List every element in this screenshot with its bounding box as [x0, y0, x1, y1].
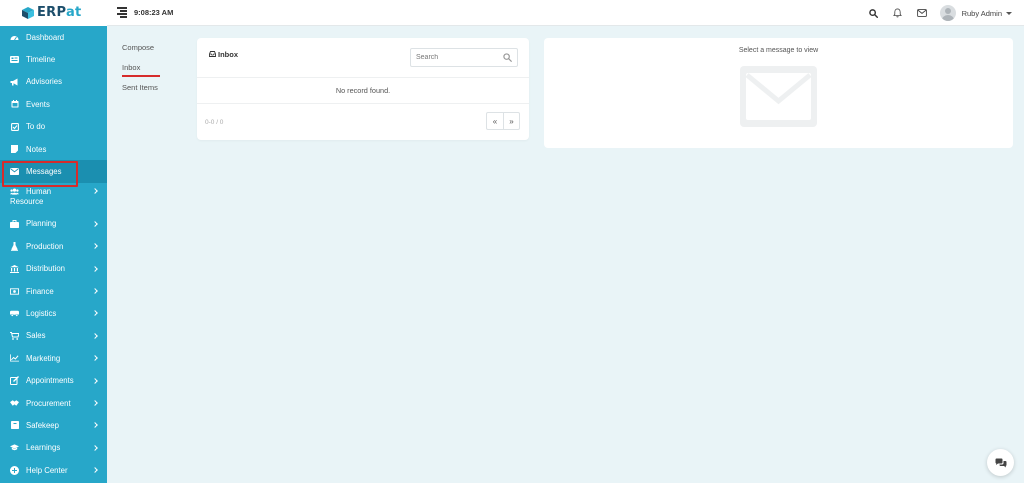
chevron-right-icon — [92, 422, 98, 429]
sidebar-item-finance[interactable]: Finance — [0, 280, 107, 302]
top-bar: ERPat 9:08:23 AM Ruby Admin — [0, 0, 1024, 26]
next-page-button[interactable]: » — [503, 113, 519, 129]
folder-sent-items[interactable]: Sent Items — [122, 83, 182, 103]
sidebar-item-planning[interactable]: Planning — [0, 213, 107, 235]
users-icon — [10, 187, 19, 196]
sidebar-item-logistics[interactable]: Logistics — [0, 302, 107, 324]
calendar-icon — [10, 100, 19, 109]
chart-icon — [10, 354, 19, 363]
chevron-right-icon — [92, 333, 98, 339]
inbox-footer: 0-0 / 0 « » — [197, 104, 529, 140]
edit-icon — [10, 376, 19, 386]
chevron-right-icon — [92, 265, 98, 272]
money-icon — [10, 287, 19, 296]
menu-toggle-icon[interactable] — [117, 7, 127, 18]
search-icon[interactable] — [862, 0, 886, 26]
inbox-panel: Inbox No record found. 0-0 / 0 « » — [197, 38, 529, 140]
chevron-right-icon — [92, 377, 98, 384]
plus-circle-icon — [10, 465, 19, 475]
pager: « » — [486, 112, 520, 130]
search-icon[interactable] — [503, 53, 512, 64]
sidebar: Dashboard Timeline Advisories Events To … — [0, 26, 107, 483]
sidebar-item-advisories[interactable]: Advisories — [0, 71, 107, 93]
sidebar-item-human-resource[interactable]: Human Resource — [0, 183, 107, 213]
sidebar-item-dashboard[interactable]: Dashboard — [0, 26, 107, 48]
chevron-right-icon — [92, 467, 98, 474]
sidebar-item-events[interactable]: Events — [0, 93, 107, 115]
sidebar-item-learnings[interactable]: Learnings — [0, 437, 107, 459]
sidebar-item-timeline[interactable]: Timeline — [0, 48, 107, 70]
logo-cube-icon — [21, 6, 35, 20]
top-actions: Ruby Admin — [862, 0, 1024, 26]
logo-text: ERPat — [37, 5, 82, 20]
timeline-icon — [10, 55, 19, 64]
mail-icon[interactable] — [910, 0, 934, 26]
empty-state: No record found. — [197, 78, 529, 104]
chat-button[interactable] — [987, 449, 1014, 476]
note-icon — [10, 145, 19, 154]
clock: 9:08:23 AM — [134, 8, 174, 17]
folder-inbox[interactable]: Inbox — [122, 63, 182, 83]
logo[interactable]: ERPat — [0, 0, 107, 26]
active-folder-underline — [122, 75, 160, 77]
chevron-right-icon — [92, 355, 98, 362]
sidebar-item-sales[interactable]: Sales — [0, 325, 107, 347]
preview-placeholder: Select a message to view — [738, 47, 819, 54]
envelope-icon — [10, 167, 19, 176]
handshake-icon — [10, 399, 19, 408]
inbox-search[interactable] — [410, 48, 518, 67]
user-menu[interactable]: Ruby Admin — [939, 5, 1012, 21]
inbox-header: Inbox — [197, 38, 529, 78]
checkbox-icon — [10, 122, 19, 131]
user-name: Ruby Admin — [961, 8, 1002, 18]
pagination-info: 0-0 / 0 — [205, 118, 224, 126]
briefcase-icon — [10, 219, 19, 228]
avatar — [939, 5, 956, 21]
chevron-right-icon — [92, 444, 98, 451]
chevron-right-icon — [92, 221, 98, 227]
inbox-tray-icon — [209, 51, 216, 57]
sidebar-item-appointments[interactable]: Appointments — [0, 369, 107, 391]
sidebar-item-notes[interactable]: Notes — [0, 138, 107, 160]
chevron-right-icon — [92, 187, 98, 194]
flask-icon — [10, 241, 19, 251]
envelope-placeholder-icon — [740, 66, 817, 127]
caret-down-icon — [1006, 11, 1012, 15]
truck-icon — [10, 309, 19, 318]
inbox-title: Inbox — [209, 50, 238, 59]
megaphone-icon — [10, 77, 19, 86]
archive-icon — [10, 421, 19, 430]
cart-icon — [10, 331, 19, 340]
bell-icon[interactable] — [886, 0, 910, 26]
bank-icon — [10, 264, 19, 273]
chevron-right-icon — [92, 243, 98, 250]
sidebar-item-procurement[interactable]: Procurement — [0, 392, 107, 414]
folder-compose[interactable]: Compose — [122, 43, 182, 63]
chevron-right-icon — [92, 400, 98, 406]
sidebar-item-production[interactable]: Production — [0, 235, 107, 257]
message-preview-panel: Select a message to view — [544, 38, 1013, 148]
sidebar-item-messages[interactable]: Messages — [0, 160, 107, 188]
sidebar-item-todo[interactable]: To do — [0, 116, 107, 138]
chevron-right-icon — [92, 310, 98, 317]
chevron-right-icon — [92, 288, 98, 294]
sidebar-item-distribution[interactable]: Distribution — [0, 258, 107, 280]
mail-folders: Compose Inbox Sent Items — [122, 43, 182, 103]
sidebar-item-marketing[interactable]: Marketing — [0, 347, 107, 369]
dashboard-icon — [10, 33, 19, 42]
sidebar-item-safekeep[interactable]: Safekeep — [0, 414, 107, 436]
sidebar-item-help-center[interactable]: Help Center — [0, 459, 107, 481]
graduation-cap-icon — [10, 443, 19, 452]
prev-page-button[interactable]: « — [487, 113, 503, 129]
chat-bubbles-icon — [995, 458, 1007, 468]
search-input[interactable] — [416, 54, 504, 61]
